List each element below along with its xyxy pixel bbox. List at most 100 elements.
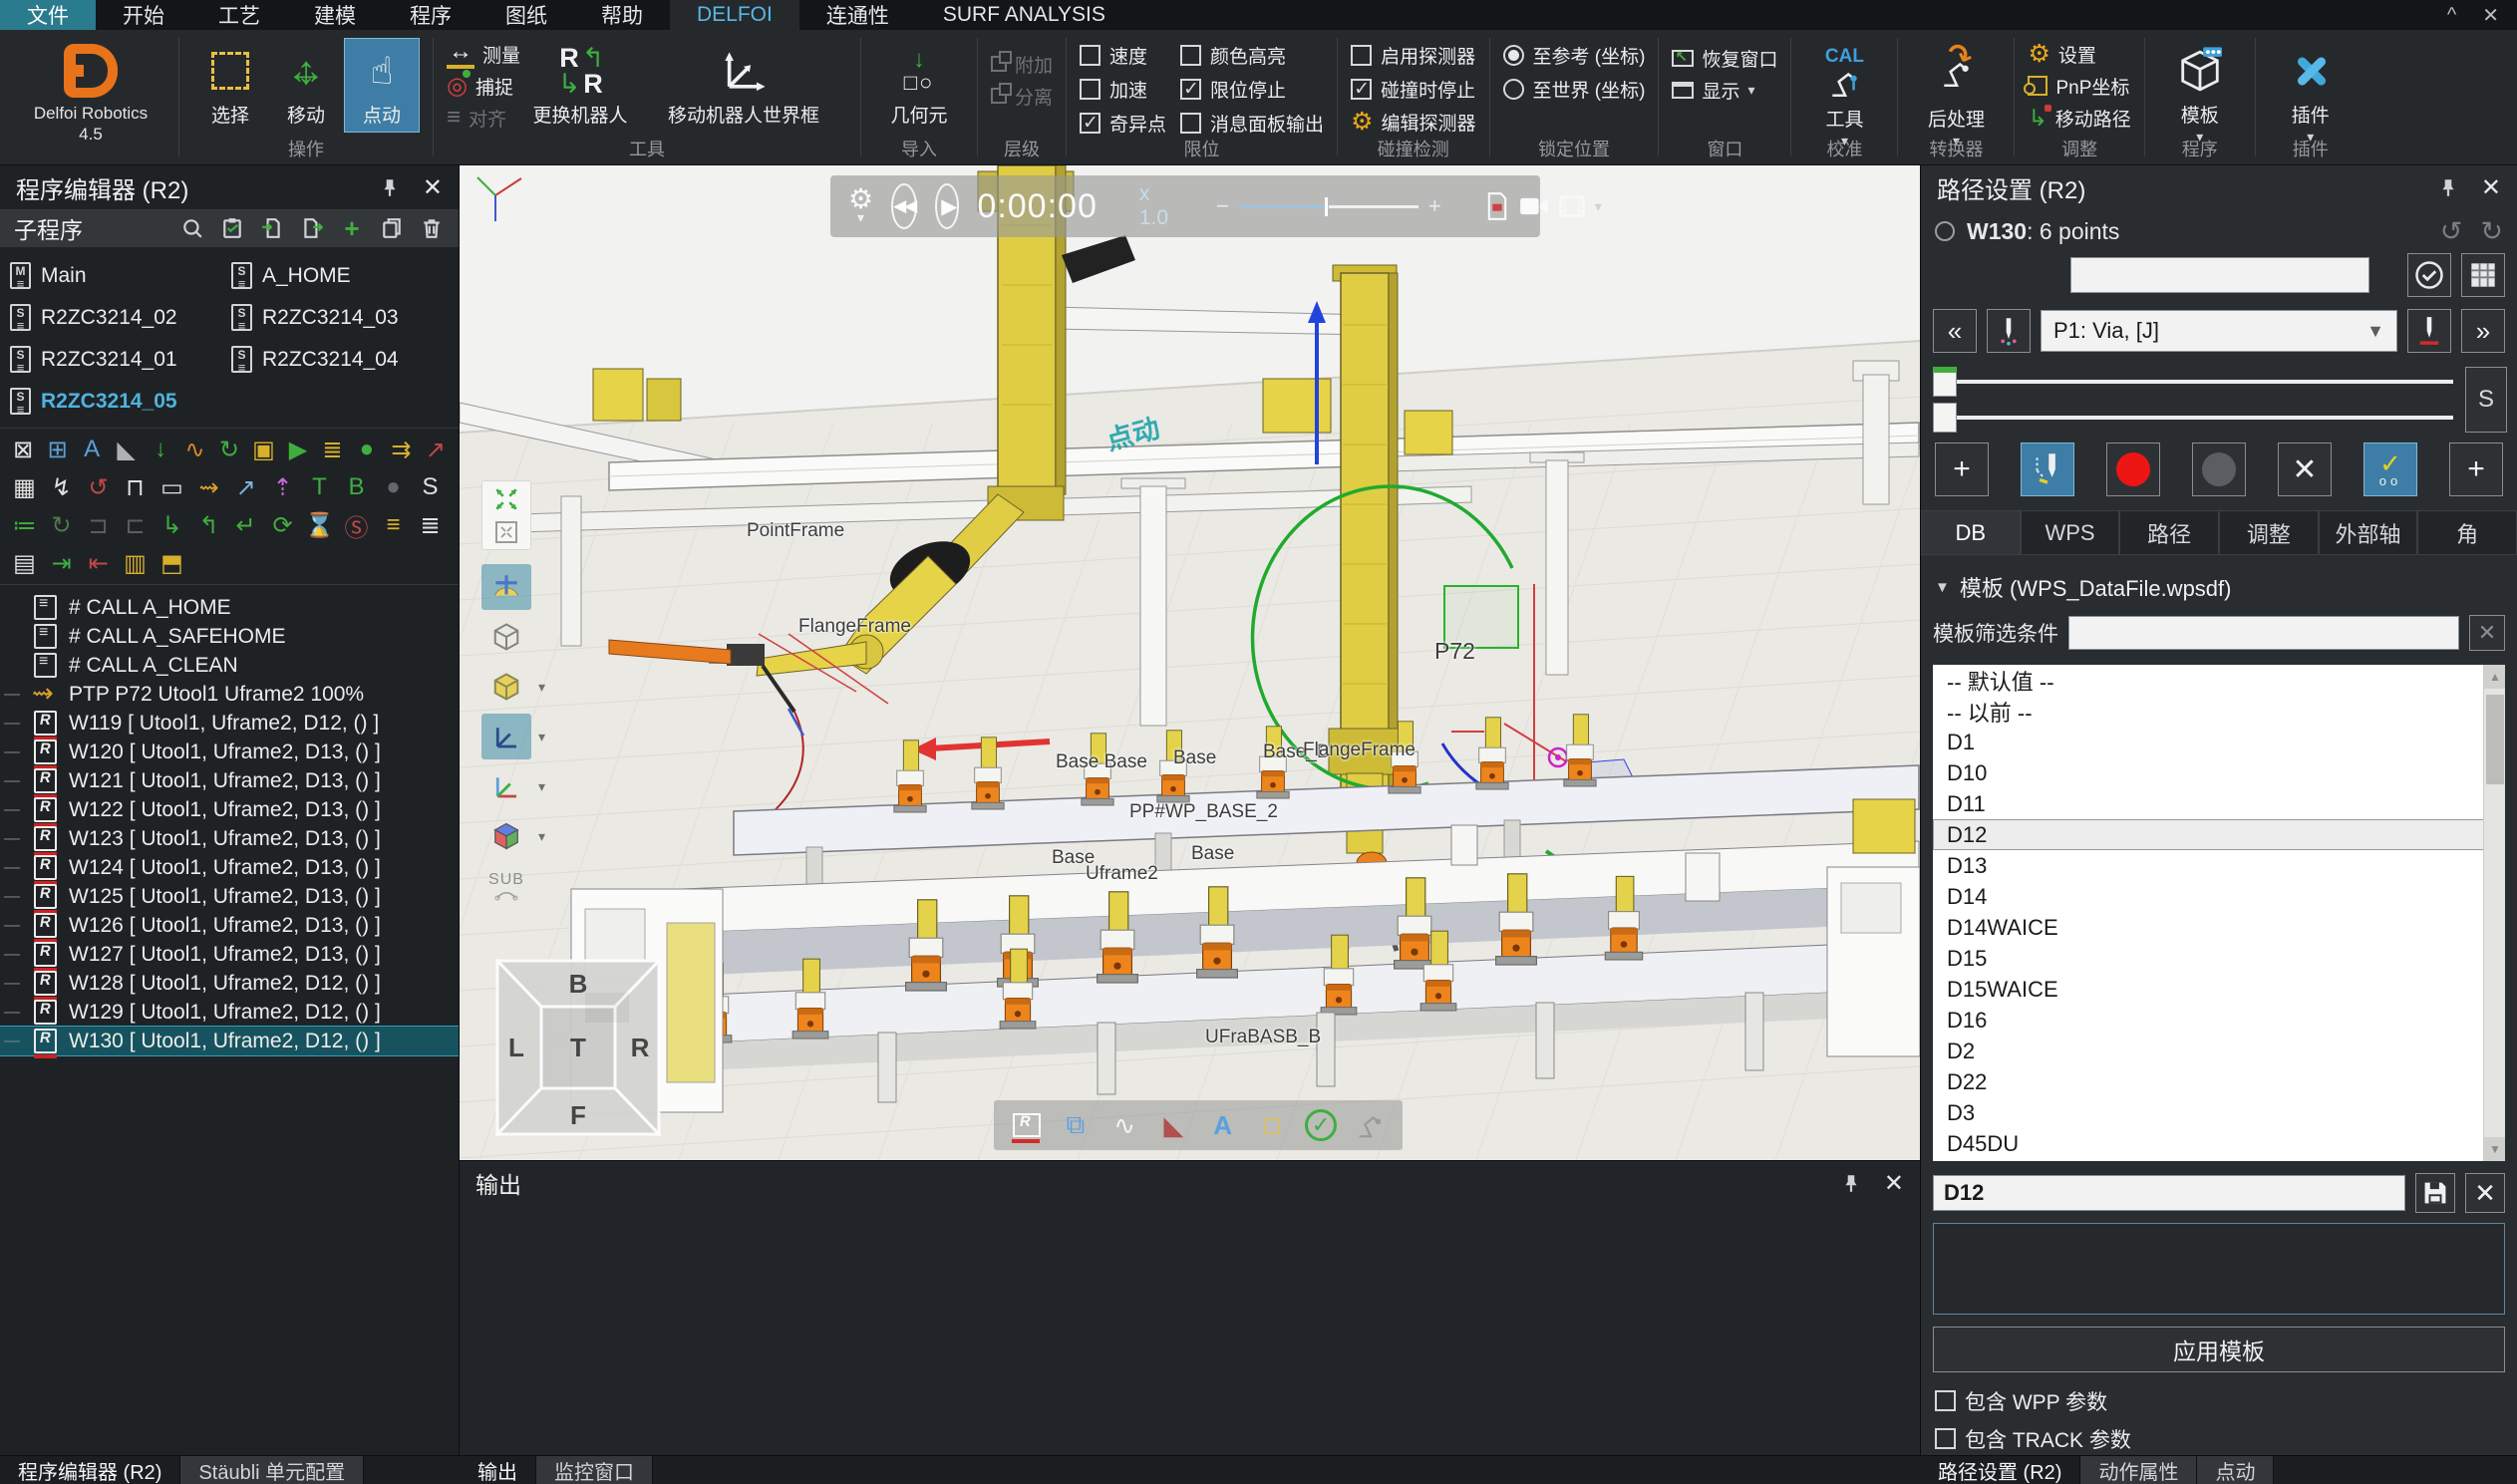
zoom-fit-icon[interactable] [493,486,519,512]
editor-tool-icon[interactable]: ● [377,471,410,504]
statement-row[interactable]: W125 [ Utool1, Uframe2, D13, () ] [0,882,459,911]
editor-tool-icon[interactable]: ⇥ [45,547,78,580]
move-to-point-button[interactable] [2021,443,2074,496]
path-points-button[interactable]: ∿ [1104,1105,1144,1145]
dock-tab[interactable]: 点动 [2197,1456,2274,1484]
statement-row[interactable]: W129 [ Utool1, Uframe2, D12, () ] [0,998,459,1027]
scroll-down-icon[interactable]: ▼ [2484,1137,2505,1161]
editor-tool-icon[interactable]: ↻ [45,509,78,542]
rewind-button[interactable]: ◀◀ [891,183,917,229]
geometry-button[interactable]: ↓□○ 几何元 [874,38,964,133]
close-icon[interactable]: ✕ [2482,3,2499,28]
labels-button[interactable]: A [1203,1105,1243,1145]
validate-button[interactable]: ✓ [1301,1105,1341,1145]
restore-windows-button[interactable]: 恢复窗口 [1672,44,1777,72]
template-list-item[interactable]: D15 [1933,943,2505,974]
close-panel-icon[interactable]: ✕ [2481,173,2501,202]
jog-button[interactable]: ☝ 点动 [344,38,420,133]
editor-tool-icon[interactable]: ≔ [8,509,41,542]
measure-grid-button[interactable] [481,564,531,610]
editor-tool-icon[interactable]: ↓ [146,434,175,466]
statement-row[interactable]: PTP P72 Utool1 Uframe2 100% [0,680,459,709]
solid-cube-button[interactable]: ▾ [481,664,531,710]
statement-row[interactable]: W123 [ Utool1, Uframe2, D13, () ] [0,824,459,853]
plugins-button[interactable]: 插件 ▾ [2269,38,2353,148]
statement-row[interactable]: W128 [ Utool1, Uframe2, D12, () ] [0,969,459,998]
editor-tool-icon[interactable]: ↺ [82,471,115,504]
limit-checkbox[interactable]: 奇异点 [1080,108,1166,138]
editor-tool-icon[interactable]: ▤ [8,547,41,580]
collapse-ribbon-icon[interactable]: ^ [2447,4,2456,27]
editor-tool-icon[interactable]: ⟳ [266,509,299,542]
next-point-button[interactable]: » [2461,309,2505,353]
clear-filter-button[interactable]: ✕ [2469,615,2505,651]
export-program-icon[interactable] [299,215,325,241]
dock-tab[interactable]: 动作属性 [2080,1456,2197,1484]
edit-detector-button[interactable]: ⚙编辑探测器 [1351,108,1475,136]
template-description-box[interactable] [1933,1223,2505,1315]
editor-tool-icon[interactable]: ▦ [8,471,41,504]
pnp-coordinates-button[interactable]: PnP坐标 [2028,72,2130,100]
template-list-item[interactable]: D1 [1933,727,2505,757]
confirm-point-button[interactable] [2407,253,2451,297]
template-filter-input[interactable] [2068,616,2459,650]
rgb-cube-button[interactable]: ▾ [481,813,531,859]
statement-row[interactable]: # CALL A_HOME [0,593,459,622]
export-pdf-icon[interactable] [1485,192,1509,220]
template-list-item[interactable]: D11 [1933,788,2505,819]
apply-template-button[interactable]: 应用模板 [1933,1327,2505,1372]
settings-tab[interactable]: 调整 [2219,510,2319,554]
settings-button[interactable]: ⚙设置 [2028,40,2130,68]
editor-tool-icon[interactable]: ⊓ [119,471,152,504]
snap-button[interactable]: ◎捕捉 [447,72,520,100]
limit-checkbox[interactable]: 限位停止 [1180,74,1324,104]
lock-radio[interactable]: 至参考 (坐标) [1503,40,1646,70]
undo-icon[interactable]: ↺ [2440,216,2463,247]
editor-tool-icon[interactable]: ⇝ [192,471,225,504]
settings-tab[interactable]: 角 [2417,510,2517,554]
template-option-checkbox[interactable]: 包含 TRACK 参数 [1935,1424,2503,1453]
editor-tool-icon[interactable]: ⬒ [156,547,188,580]
menu-item[interactable]: SURF ANALYSIS [916,0,1132,30]
statement-row[interactable]: W120 [ Utool1, Uframe2, D13, () ] [0,738,459,766]
editor-tool-icon[interactable]: ≣ [317,434,347,466]
robot-config-button[interactable] [1350,1105,1390,1145]
editor-tool-icon[interactable]: ≣ [414,509,447,542]
close-panel-icon[interactable]: ✕ [423,173,443,202]
add-point-after-button[interactable]: + [2449,443,2503,496]
view-cube[interactable]: B L T R F [495,959,661,1136]
verify-list-icon[interactable] [219,215,245,241]
speed-slider[interactable]: − + [1216,193,1441,219]
statement-row[interactable]: W126 [ Utool1, Uframe2, D13, () ] [0,911,459,940]
template-list-item[interactable]: D15WAICE [1933,974,2505,1005]
subprogram-item[interactable]: S R2ZC3214_02 [10,299,231,336]
editor-tool-icon[interactable]: ⊠ [8,434,38,466]
editor-tool-icon[interactable]: ▶ [283,434,313,466]
point-position-slider[interactable] [1933,403,2453,433]
subprogram-item[interactable]: S R2ZC3214_03 [231,299,453,336]
editor-tool-icon[interactable]: ⊐ [82,509,115,542]
template-button[interactable]: 模板 ▾ [2158,38,2242,148]
editor-tool-icon[interactable]: ⇉ [386,434,416,466]
statement-row[interactable]: # CALL A_SAFEHOME [0,622,459,651]
add-subprogram-icon[interactable]: + [339,215,365,241]
search-icon[interactable] [179,215,205,241]
editor-tool-icon[interactable]: ↗ [229,471,262,504]
subprogram-item[interactable]: S A_HOME [231,257,453,294]
menu-item[interactable]: 工艺 [191,0,287,30]
editor-tool-icon[interactable]: ↳ [156,509,188,542]
collision-checkbox[interactable]: 碰撞时停止 [1351,74,1475,104]
template-list-item[interactable]: -- 以前 -- [1933,696,2505,727]
move-world-frame-button[interactable]: 移动机器人世界框 [640,38,847,133]
subprogram-item[interactable]: M Main [10,257,231,294]
speed-slider-handle[interactable] [1325,197,1328,216]
statement-row[interactable]: W130 [ Utool1, Uframe2, D12, () ] [0,1027,459,1055]
move-path-button[interactable]: ↳移动路径 [2028,104,2130,132]
frame-box-button[interactable]: □ [1252,1105,1292,1145]
film-icon[interactable] [1559,194,1585,218]
wireframe-cube-button[interactable] [481,614,531,660]
menu-item[interactable]: 文件 [0,0,96,30]
play-button[interactable]: ▶ [935,183,959,229]
statement-row[interactable]: W127 [ Utool1, Uframe2, D13, () ] [0,940,459,969]
frames-display-button[interactable]: ⧉ [1056,1105,1096,1145]
